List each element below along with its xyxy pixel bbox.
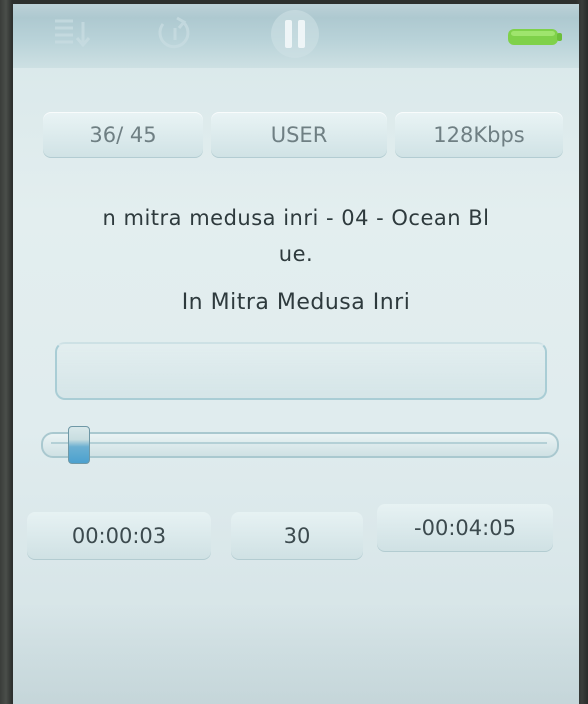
artist-name: In Mitra Medusa Inri: [181, 290, 411, 315]
device-frame: 36/ 45 USER 128Kbps n mitra medusa inri …: [0, 0, 588, 704]
playlist-order-icon[interactable]: [51, 16, 93, 50]
seek-handle[interactable]: [67, 426, 90, 464]
seek-bar[interactable]: [37, 426, 559, 464]
elapsed-time: 00:00:03: [27, 512, 211, 560]
remaining-time: -00:04:05: [377, 504, 553, 552]
pause-icon[interactable]: [267, 8, 323, 60]
bottom-gradient: [13, 604, 579, 704]
seek-track[interactable]: [41, 432, 559, 458]
player-screen: 36/ 45 USER 128Kbps n mitra medusa inri …: [13, 4, 579, 704]
song-filename-line-2: ue.: [278, 242, 314, 266]
bitrate-badge: 128Kbps: [395, 112, 563, 158]
song-filename-line-1: n mitra medusa inri - 04 - Ocean Bl: [102, 206, 490, 230]
volume-level: 30: [231, 512, 363, 560]
seek-groove: [51, 442, 547, 444]
battery-icon: [508, 29, 562, 45]
status-bar: [13, 4, 579, 68]
eq-mode-badge: USER: [211, 112, 387, 158]
track-counter: 36/ 45: [43, 112, 203, 158]
lyrics-panel: [55, 342, 547, 400]
repeat-icon[interactable]: [153, 14, 199, 54]
